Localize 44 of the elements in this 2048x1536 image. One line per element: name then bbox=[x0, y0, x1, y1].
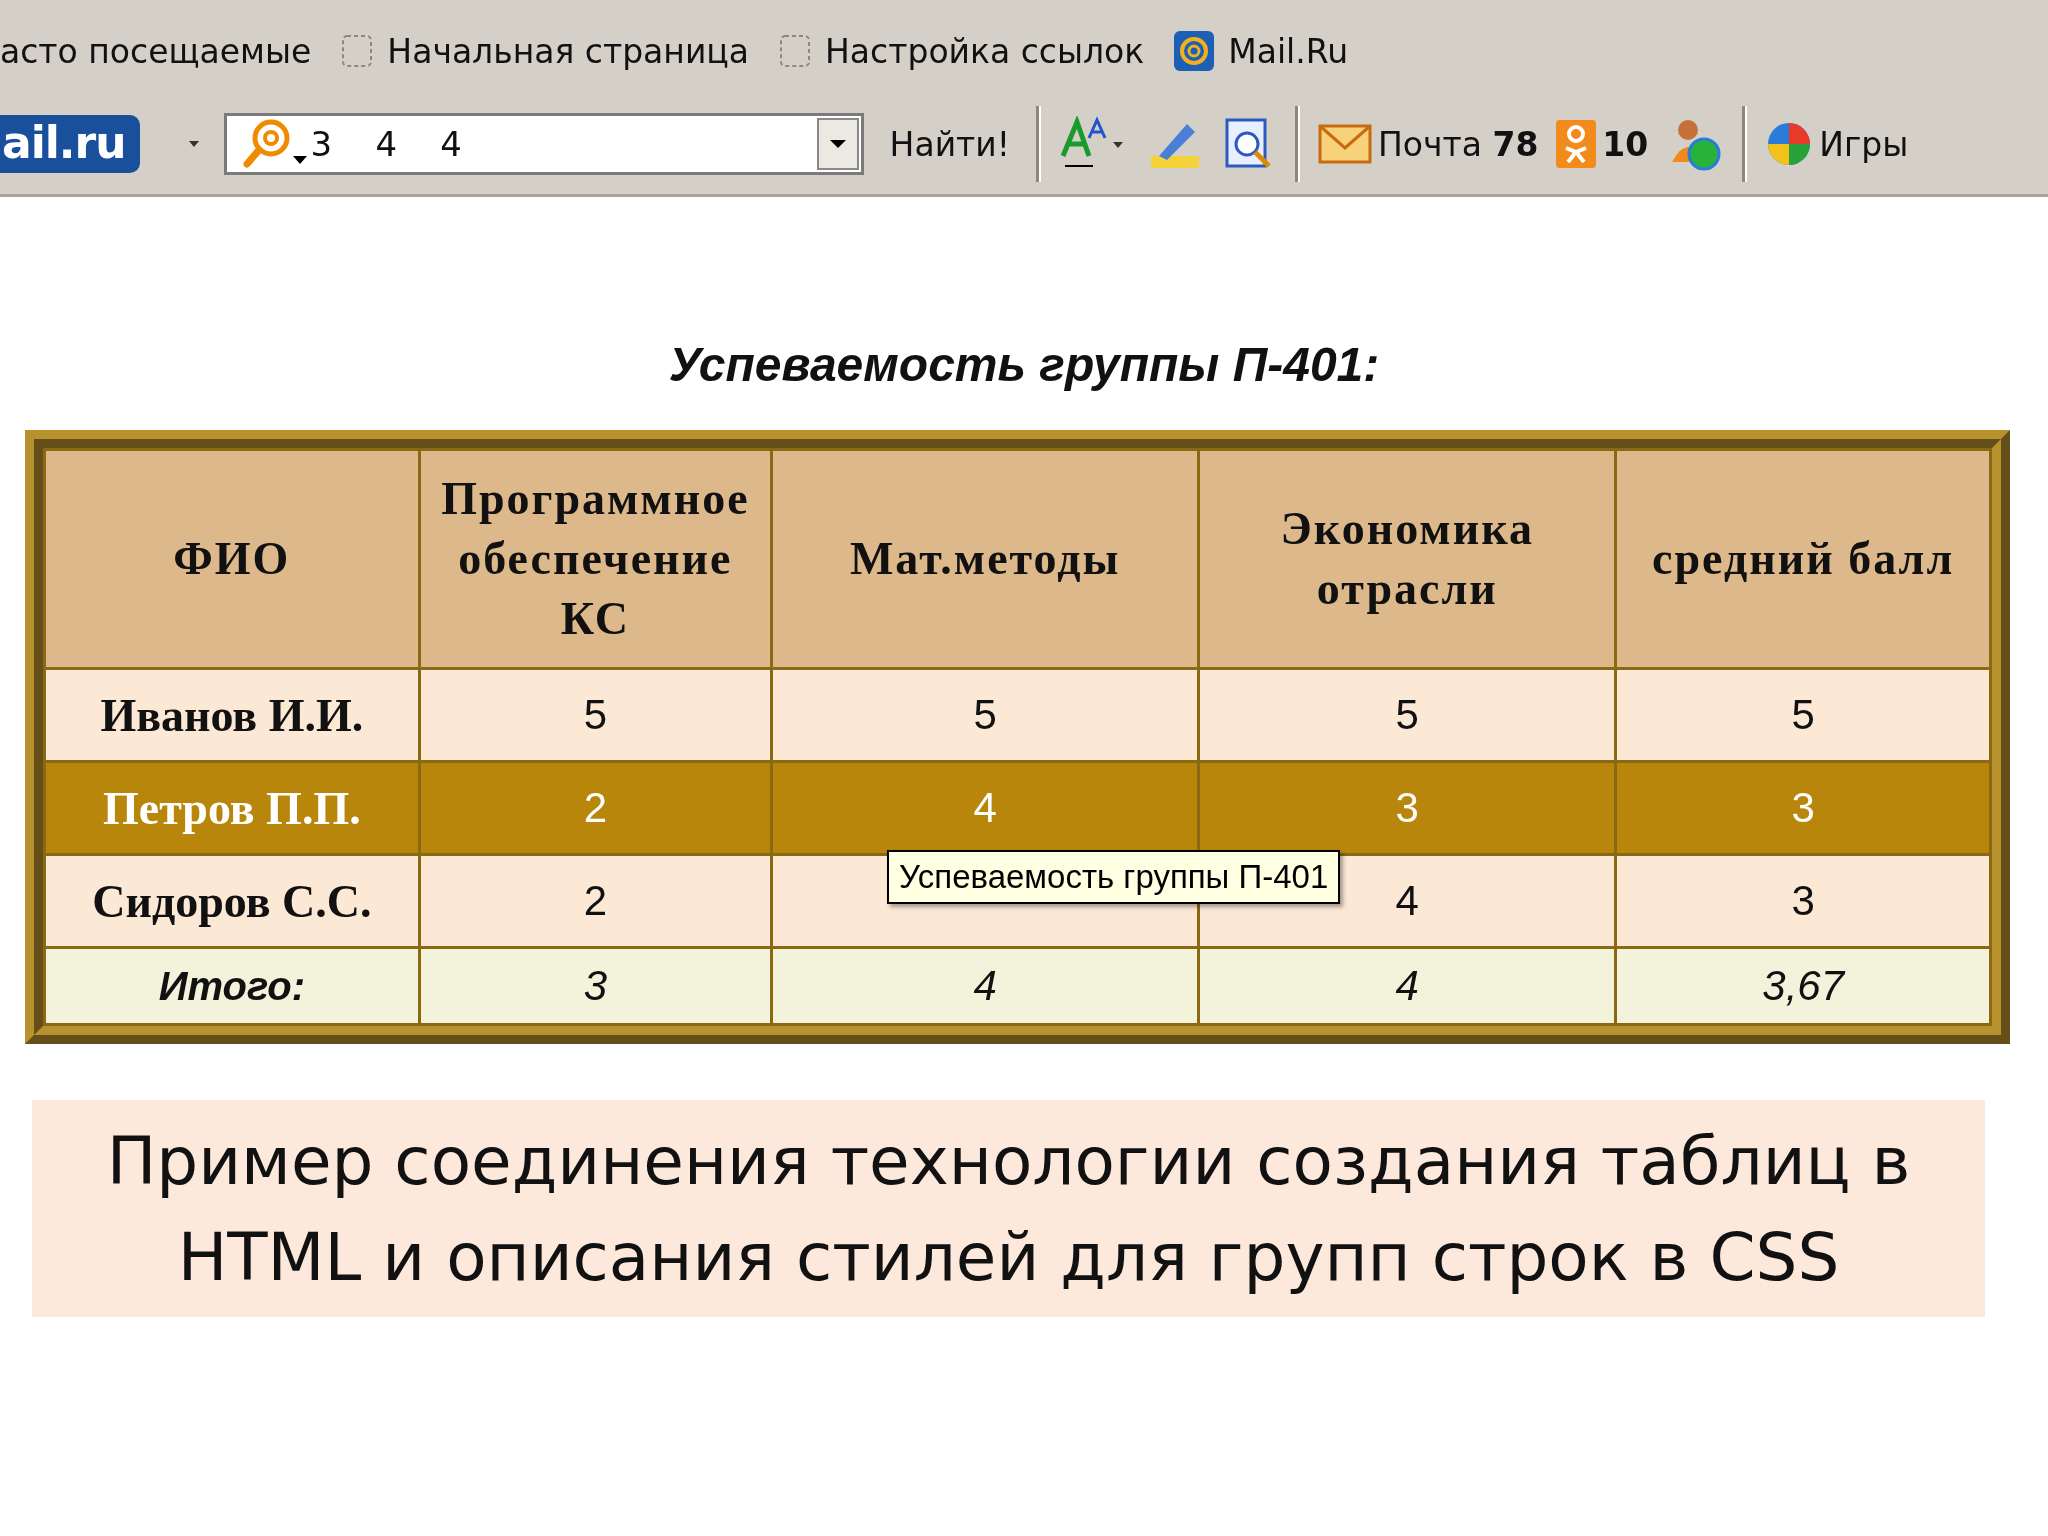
table-cell: 2 bbox=[420, 763, 771, 853]
page-icon bbox=[341, 34, 374, 68]
table-cell: 3 bbox=[420, 949, 771, 1023]
table-cell: 4 bbox=[773, 949, 1198, 1023]
column-header: Мат.методы bbox=[773, 451, 1198, 667]
person-icon bbox=[1556, 120, 1597, 168]
search-button[interactable]: Найти! bbox=[881, 124, 1018, 164]
table-cell: Сидоров С.С. bbox=[46, 856, 418, 946]
envelope-icon bbox=[1318, 124, 1372, 164]
table-cell: Петров П.П. bbox=[46, 763, 418, 853]
caret-icon bbox=[828, 139, 847, 149]
bookmark-link[interactable]: Начальная страница bbox=[341, 31, 750, 71]
at-sign-icon bbox=[1174, 31, 1215, 71]
table-title: Успеваемость группы П-401: bbox=[667, 337, 1381, 392]
table-cell: 3,67 bbox=[1617, 949, 1989, 1023]
table-cell: 3 bbox=[1617, 856, 1989, 946]
bookmark-link[interactable]: Mail.Ru bbox=[1174, 31, 1349, 71]
table-cell: 5 bbox=[773, 670, 1198, 760]
search-field[interactable]: 3 4 4 bbox=[223, 113, 864, 175]
column-header: Программное обеспечение КС bbox=[420, 451, 771, 667]
table-cell: 5 bbox=[1617, 670, 1989, 760]
table-cell: 5 bbox=[420, 670, 771, 760]
dropdown-button[interactable] bbox=[816, 118, 859, 170]
logo[interactable]: ail.ru bbox=[0, 115, 140, 173]
caption-text: Пример соединения технологии создания таблиц в HTML и описания стилей для групп строк в CSS bbox=[32, 1100, 1985, 1318]
page-icon bbox=[779, 34, 812, 68]
social-link[interactable]: 10 bbox=[1556, 120, 1649, 168]
table-cell: Иванов И.И. bbox=[46, 670, 418, 760]
table-cell: 3 bbox=[1200, 763, 1615, 853]
bookmark-link[interactable]: Настройка ссылок bbox=[779, 31, 1145, 71]
table-cell: 4 bbox=[1200, 949, 1615, 1023]
column-header: ФИО bbox=[46, 451, 418, 667]
table-cell: Итого: bbox=[46, 949, 418, 1023]
games-link[interactable]: Игры bbox=[1765, 120, 1909, 168]
mail-link[interactable]: Почта 78 bbox=[1318, 124, 1539, 164]
table-cell: 2 bbox=[420, 856, 771, 946]
column-header: Экономика отрасли bbox=[1200, 451, 1615, 667]
table-cell: 5 bbox=[1200, 670, 1615, 760]
table-cell: 3 bbox=[1617, 763, 1989, 853]
column-header: средний балл bbox=[1617, 451, 1989, 667]
caret-icon bbox=[187, 140, 200, 148]
table-cell: 4 bbox=[773, 763, 1198, 853]
bookmark-link[interactable]: асто посещаемые bbox=[0, 31, 312, 71]
tooltip: Успеваемость группы П-401 bbox=[887, 850, 1341, 904]
